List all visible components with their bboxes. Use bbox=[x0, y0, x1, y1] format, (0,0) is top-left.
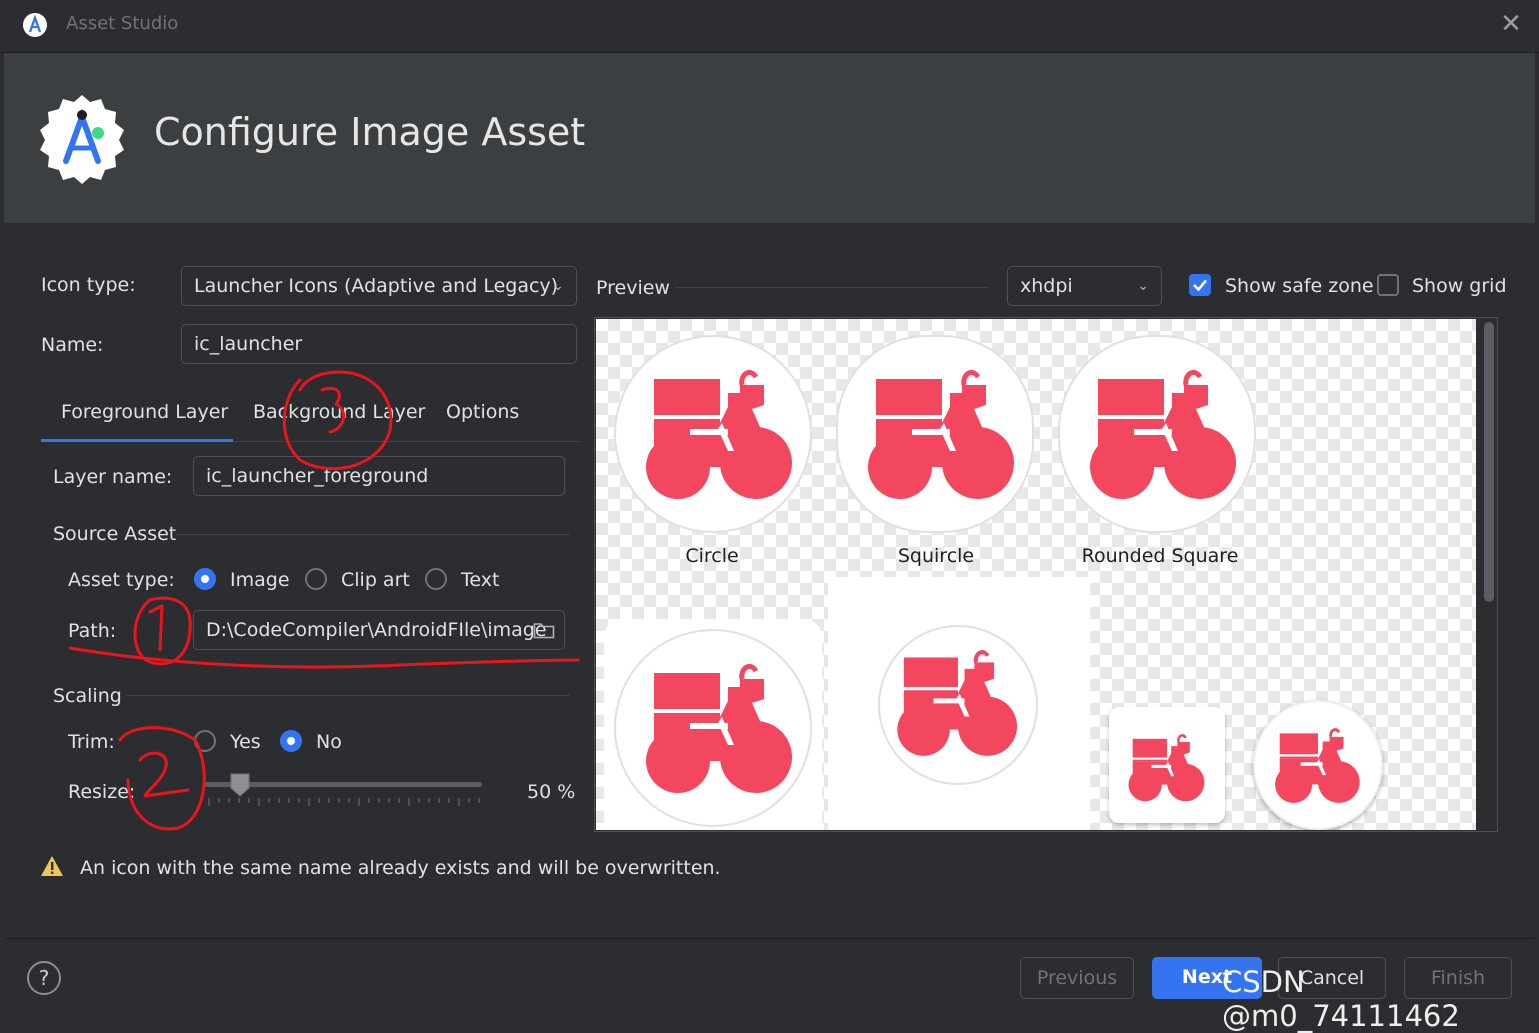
annotation-number-2 bbox=[138, 751, 190, 798]
watermark-text: CSDN @m0_74111462 bbox=[1222, 965, 1460, 1033]
annotation-overlay bbox=[68, 370, 580, 831]
annotation-number-1 bbox=[148, 604, 164, 652]
annotation-underline bbox=[68, 646, 580, 669]
annotation-circle-2 bbox=[118, 726, 206, 831]
annotation-circle-3 bbox=[282, 370, 393, 471]
annotation-number-3 bbox=[320, 386, 346, 434]
